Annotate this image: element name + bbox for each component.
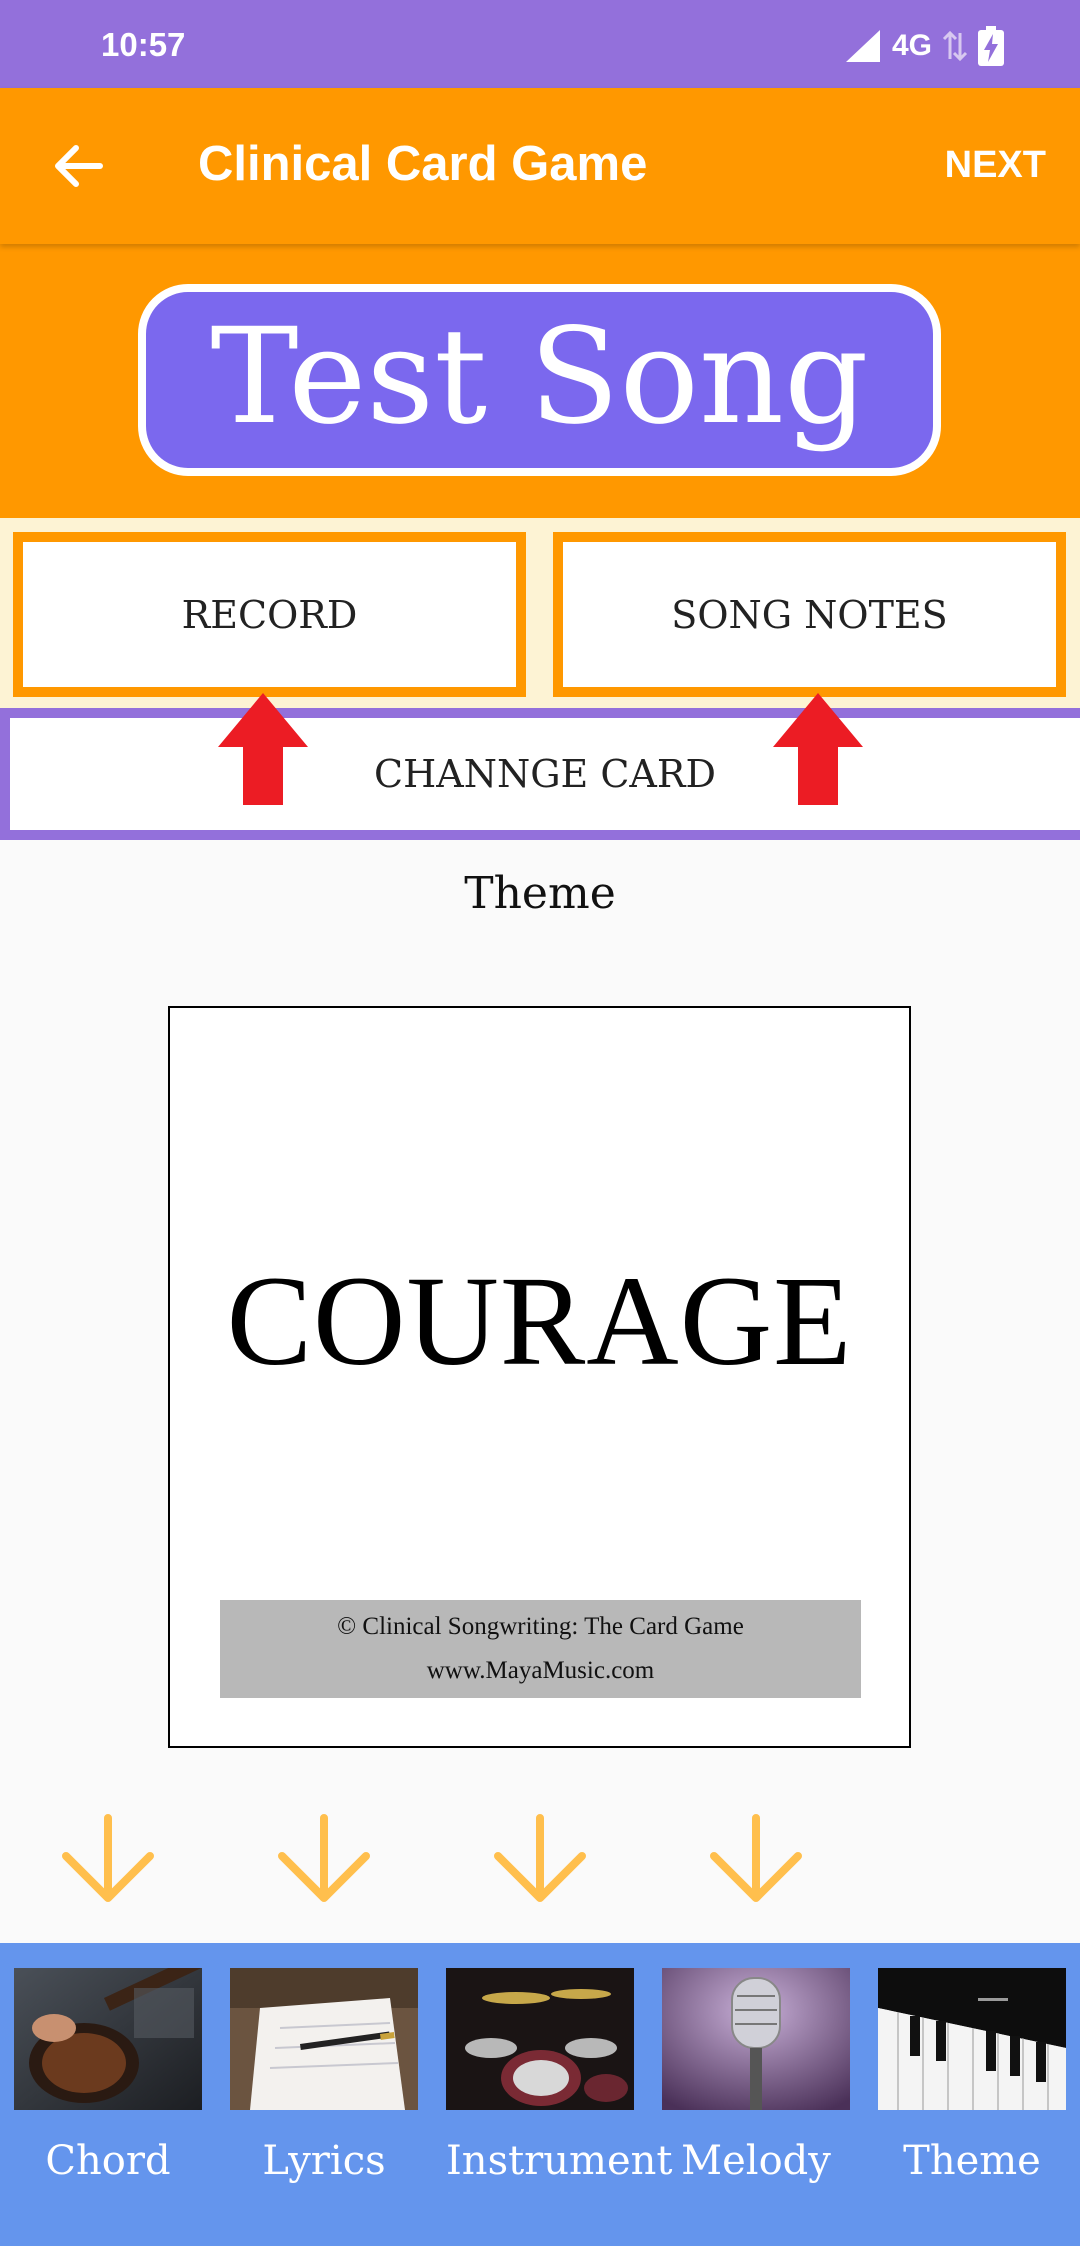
- battery-charging-icon: [978, 26, 1004, 66]
- red-up-arrow-icon: [218, 693, 308, 805]
- category-bar: Chord Lyrics Instrument Melody Theme: [0, 1943, 1080, 2246]
- red-up-arrow-icon: [773, 693, 863, 805]
- drum-kit-photo-icon: [446, 1968, 634, 2110]
- signal-icon: [845, 30, 880, 62]
- microphone-photo-icon: [662, 1968, 850, 2110]
- record-button[interactable]: RECORD: [13, 532, 526, 697]
- notebook-pen-photo-icon: [230, 1968, 418, 2110]
- down-arrow-icon: [494, 1814, 586, 1902]
- status-time: 10:57: [101, 26, 186, 63]
- card-website: www.MayaMusic.com: [426, 1657, 655, 1684]
- category-chord[interactable]: Chord: [14, 1968, 202, 2184]
- theme-card[interactable]: COURAGE © Clinical Songwriting: The Card…: [168, 1006, 911, 1748]
- status-bar: 10:57 4G: [0, 0, 1080, 88]
- back-button[interactable]: [40, 134, 116, 198]
- category-label: Chord: [45, 2138, 171, 2184]
- card-word: COURAGE: [226, 1250, 853, 1392]
- change-card-button[interactable]: CHANNGE CARD: [0, 708, 1080, 840]
- category-label: Instrument: [446, 2138, 673, 2184]
- down-arrow-icon: [710, 1814, 802, 1902]
- category-melody[interactable]: Melody: [662, 1968, 850, 2184]
- category-label: Lyrics: [262, 2138, 386, 2184]
- category-lyrics[interactable]: Lyrics: [230, 1968, 418, 2184]
- category-label: Melody: [681, 2138, 831, 2184]
- down-arrow-icon: [278, 1814, 370, 1902]
- category-label: Theme: [903, 2138, 1041, 2184]
- status-icons: 4G: [842, 24, 1004, 68]
- song-title-pill: Test Song: [138, 284, 941, 476]
- card-copyright: © Clinical Songwriting: The Card Game ww…: [220, 1600, 861, 1698]
- card-category-label: Theme: [464, 868, 616, 919]
- action-row: RECORD SONG NOTES: [0, 518, 1080, 708]
- song-notes-button[interactable]: SONG NOTES: [553, 532, 1066, 697]
- arrow-left-icon: [55, 145, 103, 187]
- app-title: Clinical Card Game: [198, 137, 648, 191]
- guitar-photo-icon: [14, 1968, 202, 2110]
- piano-photo-icon: [878, 1968, 1066, 2110]
- category-theme[interactable]: Theme: [878, 1968, 1066, 2184]
- song-title: Test Song: [210, 300, 869, 454]
- app-bar: Clinical Card Game NEXT: [0, 88, 1080, 244]
- next-button[interactable]: NEXT: [945, 144, 1046, 187]
- data-transfer-icon: [942, 30, 968, 62]
- card-copyright-line: © Clinical Songwriting: The Card Game: [337, 1613, 744, 1640]
- network-type: 4G: [891, 29, 932, 62]
- song-header: Test Song: [0, 244, 1080, 518]
- down-arrow-icon: [62, 1814, 154, 1902]
- category-instrument[interactable]: Instrument: [446, 1968, 673, 2184]
